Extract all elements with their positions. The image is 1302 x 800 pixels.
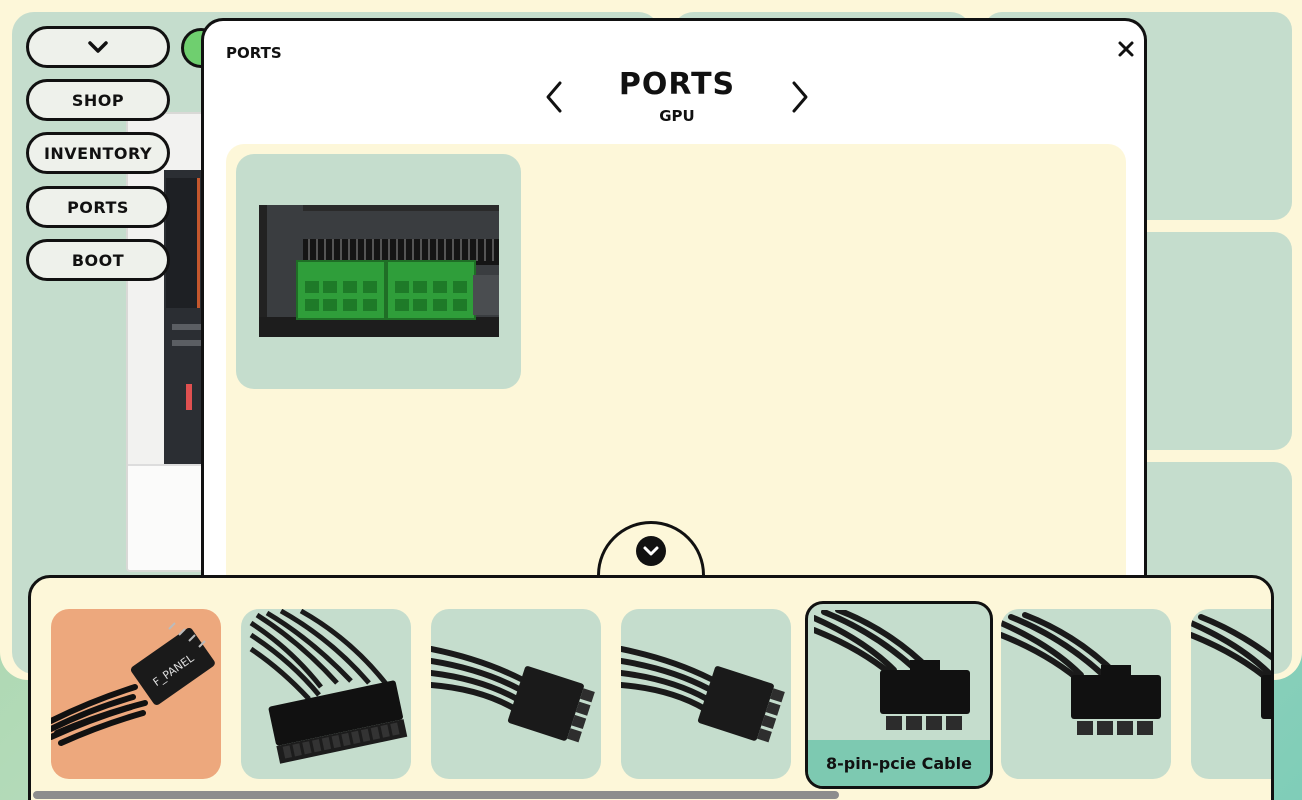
gpu-power-port-image: [259, 205, 499, 337]
ports-button[interactable]: PORTS: [26, 186, 170, 228]
8-pin-pcie-cable-image: [1191, 614, 1271, 719]
cable-item-8-pin-pcie-selected[interactable]: 8-pin-pcie Cable: [805, 601, 993, 789]
modal-subtitle: GPU: [659, 107, 695, 125]
cable-item-f-panel[interactable]: F_PANEL: [51, 609, 221, 779]
8-pin-cpu-cable-image: [431, 646, 595, 743]
shop-button[interactable]: SHOP: [26, 79, 170, 121]
cable-item-8-pin-cpu-a[interactable]: [431, 609, 601, 779]
cable-item-8-pin-pcie-c[interactable]: [1191, 609, 1271, 779]
close-icon[interactable]: [1116, 39, 1136, 59]
tray-toggle-circle: [636, 536, 666, 566]
cable-list[interactable]: F_PANEL 8-pin-pcie Cable: [31, 578, 1271, 800]
heatsink-image: [166, 178, 200, 308]
chevron-right-icon[interactable]: [784, 77, 814, 117]
f-panel-cable-image: F_PANEL: [51, 622, 215, 746]
chevron-down-icon: [643, 546, 659, 556]
modal-corner-title: PORTS: [226, 44, 282, 62]
chevron-left-icon[interactable]: [540, 77, 570, 117]
inventory-button[interactable]: INVENTORY: [26, 132, 170, 174]
cable-item-8-pin-cpu-b[interactable]: [621, 609, 791, 779]
cable-tray: F_PANEL 8-pin-pcie Cable: [28, 575, 1274, 800]
boot-button[interactable]: BOOT: [26, 239, 170, 281]
cable-item-8-pin-pcie-b[interactable]: [1001, 609, 1171, 779]
gpu-power-port-card[interactable]: [236, 154, 521, 389]
cable-item-24-pin[interactable]: [241, 609, 411, 779]
tray-scrollbar[interactable]: [33, 791, 839, 799]
menu-toggle-button[interactable]: [26, 26, 170, 68]
8-pin-pcie-cable-image: [1001, 612, 1161, 735]
chevron-down-icon: [88, 41, 108, 53]
rgb-strip: [186, 384, 192, 410]
24-pin-atx-cable-image: [249, 609, 408, 764]
cable-item-label: 8-pin-pcie Cable: [808, 740, 990, 786]
8-pin-pcie-cable-image: [814, 610, 970, 730]
8-pin-cpu-cable-image: [621, 646, 785, 743]
modal-title: PORTS: [618, 67, 736, 102]
